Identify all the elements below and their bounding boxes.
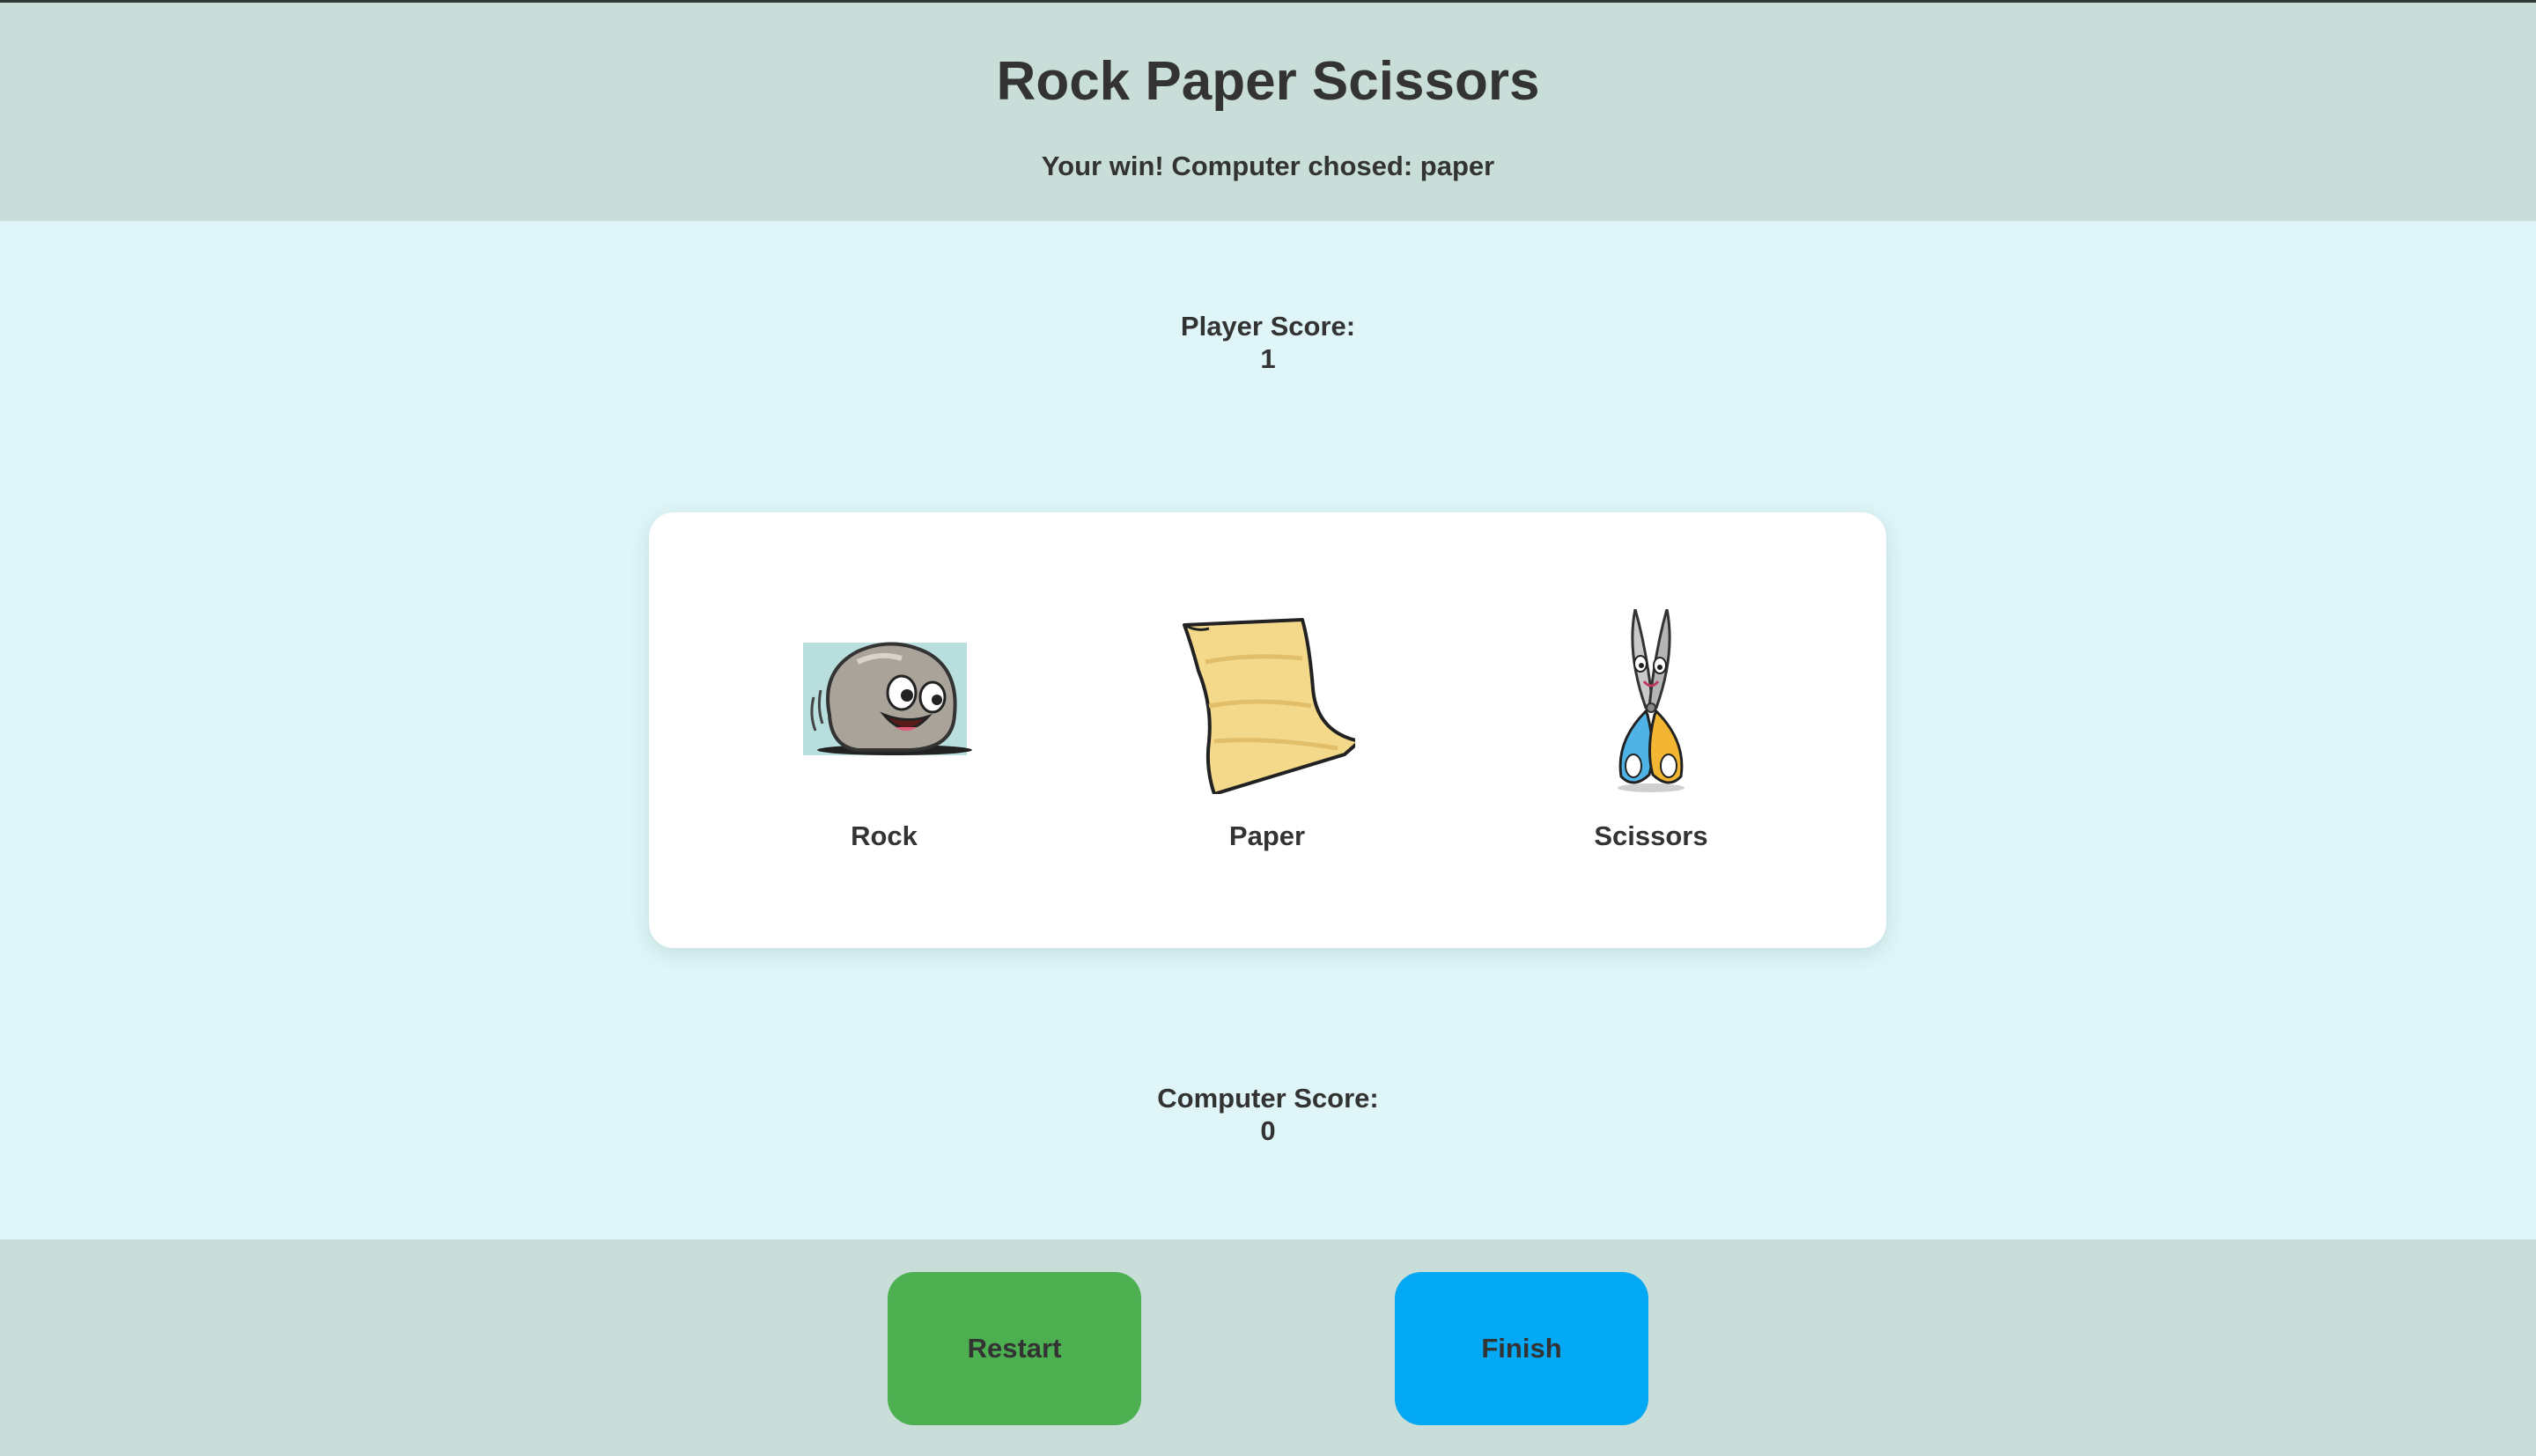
- page-header: Rock Paper Scissors Your win! Computer c…: [0, 3, 2536, 221]
- player-score-value: 1: [1260, 343, 1276, 374]
- scissors-icon: [1618, 609, 1685, 792]
- choice-paper[interactable]: Paper: [1135, 609, 1399, 873]
- player-score: Player Score: 1: [0, 310, 2536, 375]
- choices-card: Rock Paper Scissors: [649, 512, 1886, 948]
- choice-paper-label: Paper: [1228, 820, 1306, 851]
- computer-score-label: Computer Score:: [1157, 1083, 1379, 1114]
- computer-score-value: 0: [1260, 1115, 1276, 1146]
- choice-rock-label: Rock: [851, 820, 918, 851]
- page-footer: Restart Finish: [0, 1239, 2536, 1456]
- game-area: Player Score: 1 Rock Paper Scissors Comp…: [0, 221, 2536, 1239]
- finish-button[interactable]: Finish: [1395, 1272, 1648, 1425]
- paper-icon: [1183, 618, 1355, 794]
- page-title: Rock Paper Scissors: [996, 51, 1540, 112]
- result-message: Your win! Computer chosed: paper: [1041, 151, 1495, 181]
- choice-scissors[interactable]: Scissors: [1519, 609, 1783, 873]
- rock-icon: [803, 642, 972, 755]
- choice-rock[interactable]: Rock: [752, 609, 1016, 873]
- player-score-label: Player Score:: [1180, 311, 1356, 342]
- restart-button[interactable]: Restart: [888, 1272, 1141, 1425]
- computer-score: Computer Score: 0: [0, 1082, 2536, 1147]
- choice-scissors-label: Scissors: [1594, 820, 1708, 851]
